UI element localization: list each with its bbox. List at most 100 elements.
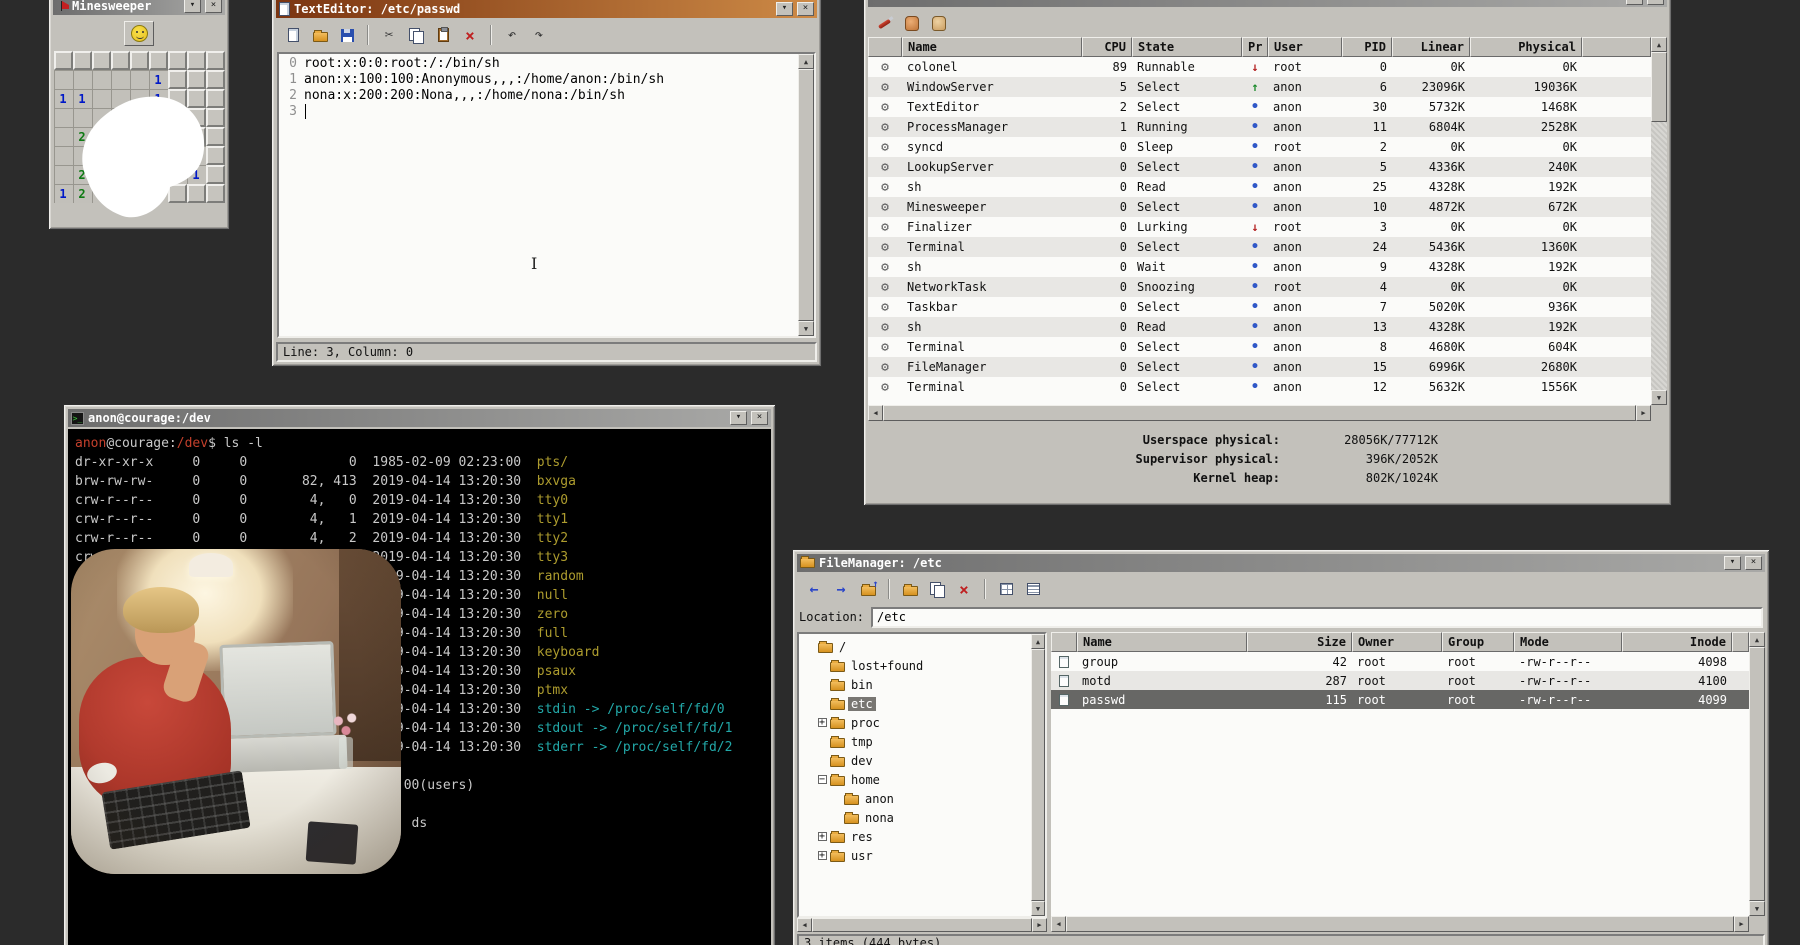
location-input[interactable] bbox=[871, 607, 1763, 628]
process-row[interactable]: Terminal 0 Select anon 24 5436K 1360K bbox=[868, 237, 1651, 257]
mine-cell[interactable] bbox=[206, 70, 225, 89]
column-header-user[interactable]: User bbox=[1268, 37, 1342, 57]
mine-cell[interactable] bbox=[73, 70, 92, 89]
mine-cell[interactable] bbox=[111, 51, 130, 70]
scrollbar-thumb[interactable] bbox=[1749, 647, 1765, 901]
file-list-horizontal-scrollbar[interactable] bbox=[1051, 916, 1765, 932]
scrollbar-thumb[interactable] bbox=[812, 918, 1032, 932]
mine-cell[interactable]: 1 bbox=[54, 184, 73, 203]
process-row[interactable]: WindowServer 5 Select anon 6 23096K 1903… bbox=[868, 77, 1651, 97]
column-header-inode[interactable]: Inode bbox=[1622, 632, 1732, 652]
column-header-physical[interactable]: Physical bbox=[1470, 37, 1582, 57]
scroll-left-button[interactable] bbox=[1051, 916, 1066, 932]
scroll-up-button[interactable] bbox=[1749, 632, 1765, 647]
delete-button[interactable]: × bbox=[952, 577, 976, 601]
mine-cell[interactable] bbox=[54, 108, 73, 127]
scroll-down-button[interactable] bbox=[1651, 390, 1667, 405]
tree-item[interactable]: home bbox=[799, 770, 1031, 789]
tree-expander[interactable] bbox=[818, 851, 827, 860]
mine-cell[interactable] bbox=[168, 51, 187, 70]
save-document-button[interactable] bbox=[335, 23, 359, 47]
scroll-right-button[interactable] bbox=[1032, 918, 1047, 932]
mine-cell[interactable] bbox=[92, 51, 111, 70]
scrollbar-thumb[interactable] bbox=[1031, 649, 1045, 901]
column-header-cpu[interactable]: CPU bbox=[1082, 37, 1132, 57]
process-row[interactable]: syncd 0 Sleep root 2 0K 0K bbox=[868, 137, 1651, 157]
scrollbar-thumb[interactable] bbox=[1651, 52, 1667, 122]
tree-expander[interactable] bbox=[818, 718, 827, 727]
table-view-button[interactable] bbox=[994, 577, 1018, 601]
tree-item[interactable]: proc bbox=[799, 713, 1031, 732]
tree-item[interactable]: dev bbox=[799, 751, 1031, 770]
process-horizontal-scrollbar[interactable] bbox=[868, 405, 1651, 421]
process-vertical-scrollbar[interactable] bbox=[1651, 37, 1667, 405]
mine-cell[interactable] bbox=[187, 70, 206, 89]
file-row[interactable]: motd 287 root root -rw-r--r-- 4100 bbox=[1051, 671, 1749, 690]
tree-expander[interactable] bbox=[818, 832, 827, 841]
tree-item[interactable]: lost+found bbox=[799, 656, 1031, 675]
back-button[interactable]: ← bbox=[802, 577, 826, 601]
paste-button[interactable] bbox=[431, 23, 455, 47]
tree-item[interactable]: tmp bbox=[799, 732, 1031, 751]
mine-cell[interactable] bbox=[130, 70, 149, 89]
scroll-up-button[interactable] bbox=[1031, 634, 1045, 649]
scroll-right-button[interactable] bbox=[1734, 916, 1749, 932]
process-row[interactable]: Finalizer 0 Lurking root 3 0K 0K bbox=[868, 217, 1651, 237]
copy-button[interactable] bbox=[404, 23, 428, 47]
column-header-state[interactable]: State bbox=[1132, 37, 1242, 57]
tree-item[interactable]: res bbox=[799, 827, 1031, 846]
column-header-icon[interactable] bbox=[868, 37, 902, 57]
scroll-right-button[interactable] bbox=[1636, 405, 1651, 421]
tree-item[interactable]: nona bbox=[799, 808, 1031, 827]
mine-cell[interactable] bbox=[54, 70, 73, 89]
process-row[interactable]: Terminal 0 Select anon 8 4680K 604K bbox=[868, 337, 1651, 357]
process-row[interactable]: sh 0 Wait anon 9 4328K 192K bbox=[868, 257, 1651, 277]
mine-cell[interactable] bbox=[206, 51, 225, 70]
scroll-up-button[interactable] bbox=[798, 54, 814, 69]
minesweeper-titlebar[interactable]: Minesweeper ▾ × bbox=[53, 0, 225, 15]
smiley-reset-button[interactable] bbox=[124, 21, 154, 46]
tree-expander[interactable] bbox=[818, 775, 827, 784]
process-row[interactable]: Taskbar 0 Select anon 7 5020K 936K bbox=[868, 297, 1651, 317]
column-header-linear[interactable]: Linear bbox=[1392, 37, 1470, 57]
filemanager-titlebar[interactable]: FileManager: /etc ▾ × bbox=[797, 554, 1765, 572]
scroll-down-button[interactable] bbox=[1031, 901, 1045, 916]
close-button[interactable]: × bbox=[205, 0, 222, 13]
mine-cell[interactable]: 1 bbox=[54, 89, 73, 108]
tree-item[interactable]: etc bbox=[799, 694, 1031, 713]
column-header-group[interactable]: Group bbox=[1442, 632, 1514, 652]
redo-button[interactable]: ↷ bbox=[527, 23, 551, 47]
mine-cell[interactable] bbox=[54, 165, 73, 184]
minimize-button[interactable]: ▾ bbox=[1724, 556, 1741, 570]
open-document-button[interactable] bbox=[308, 23, 332, 47]
scrollbar-thumb[interactable] bbox=[798, 69, 814, 321]
continue-process-button[interactable] bbox=[927, 11, 951, 35]
scroll-up-button[interactable] bbox=[1651, 37, 1667, 52]
mine-cell[interactable] bbox=[54, 127, 73, 146]
tree-horizontal-scrollbar[interactable] bbox=[797, 918, 1047, 932]
column-header-icon[interactable] bbox=[1051, 632, 1077, 652]
new-directory-button[interactable] bbox=[898, 577, 922, 601]
process-row[interactable]: Terminal 0 Select anon 12 5632K 1556K bbox=[868, 377, 1651, 397]
mine-cell[interactable] bbox=[111, 70, 130, 89]
procmgr-titlebar[interactable]: ▾ × bbox=[868, 0, 1667, 7]
mine-cell[interactable] bbox=[130, 51, 149, 70]
open-parent-directory-button[interactable]: ↑ bbox=[856, 577, 880, 601]
terminal-titlebar[interactable]: anon@courage:/dev ▾ × bbox=[68, 409, 771, 427]
tree-item[interactable]: usr bbox=[799, 846, 1031, 865]
mine-cell[interactable] bbox=[54, 146, 73, 165]
column-header-priority[interactable]: Pr bbox=[1242, 37, 1268, 57]
column-header-owner[interactable]: Owner bbox=[1352, 632, 1442, 652]
file-row[interactable]: passwd 115 root root -rw-r--r-- 4099 bbox=[1051, 690, 1749, 709]
scroll-down-button[interactable] bbox=[798, 321, 814, 336]
close-button[interactable]: × bbox=[1647, 0, 1664, 5]
file-list-vertical-scrollbar[interactable] bbox=[1749, 632, 1765, 916]
mine-cell[interactable] bbox=[149, 51, 168, 70]
mine-cell[interactable] bbox=[73, 51, 92, 70]
new-document-button[interactable] bbox=[281, 23, 305, 47]
process-row[interactable]: sh 0 Read anon 13 4328K 192K bbox=[868, 317, 1651, 337]
column-header-pid[interactable]: PID bbox=[1342, 37, 1392, 57]
undo-button[interactable]: ↶ bbox=[500, 23, 524, 47]
texteditor-titlebar[interactable]: TextEditor: /etc/passwd ▾ × bbox=[276, 0, 817, 18]
scroll-left-button[interactable] bbox=[868, 405, 883, 421]
